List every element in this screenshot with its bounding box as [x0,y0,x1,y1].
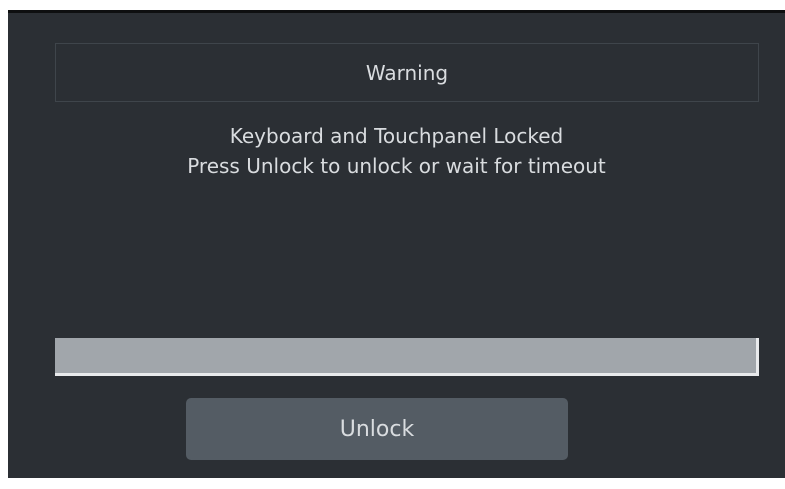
dialog-title-bar: Warning [55,43,759,102]
lock-message-line-2: Press Unlock to unlock or wait for timeo… [187,154,606,178]
unlock-button[interactable]: Unlock [186,398,568,460]
dialog-title: Warning [365,60,449,85]
lock-message-line-1: Keyboard and Touchpanel Locked [229,124,564,148]
timeout-progress-bar [55,338,759,376]
timeout-progress-fill [55,338,756,373]
lock-message: Keyboard and Touchpanel Locked Press Unl… [8,121,785,181]
unlock-button-label: Unlock [339,416,415,442]
lock-warning-dialog: Warning Keyboard and Touchpanel Locked P… [8,10,785,478]
